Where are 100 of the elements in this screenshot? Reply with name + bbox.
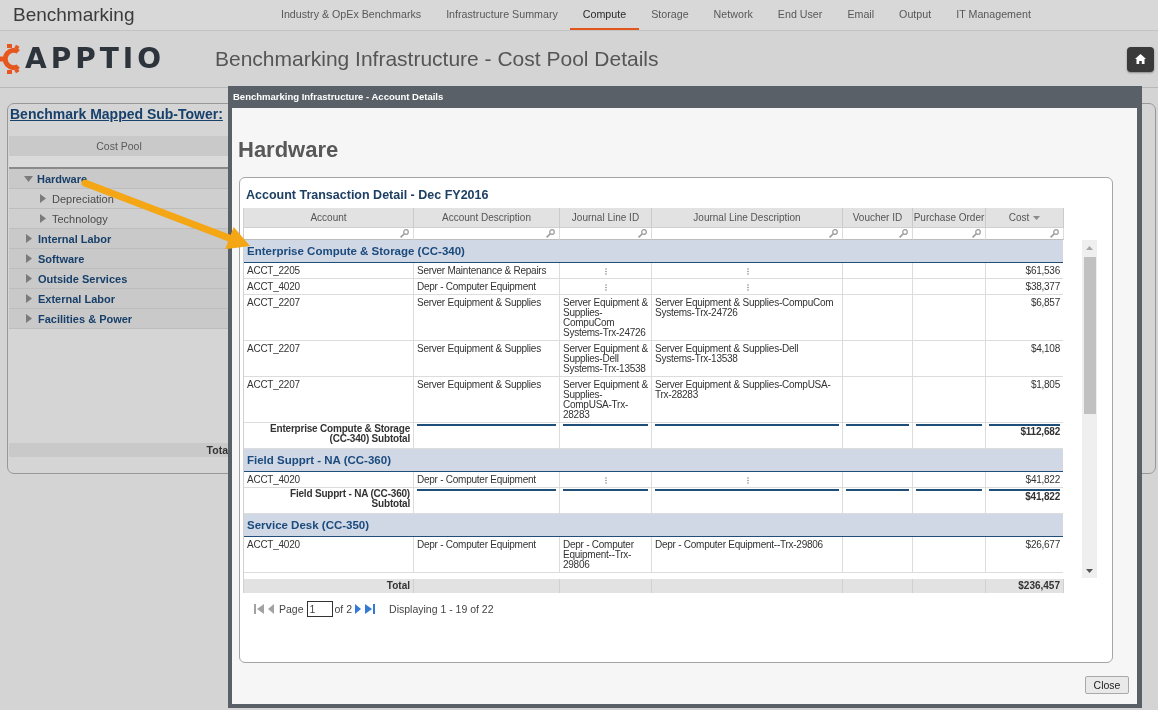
search-icon xyxy=(899,229,908,238)
caret-right-icon[interactable] xyxy=(26,294,32,303)
tree-item[interactable]: Software xyxy=(9,249,229,269)
table-cell: ACCT_2207 xyxy=(244,341,414,377)
table-cell: Total xyxy=(244,579,414,593)
tree-item[interactable]: External Labor xyxy=(9,289,229,309)
next-page-icon[interactable] xyxy=(355,603,362,614)
nav-tab[interactable]: Infrastructure Summary xyxy=(433,0,571,30)
caret-right-icon[interactable] xyxy=(26,254,32,263)
search-icon xyxy=(972,229,981,238)
table-cell: ACCT_4020 xyxy=(244,279,414,295)
scrollbar-thumb[interactable] xyxy=(1083,257,1096,414)
table-cell: Server Maintenance & Repairs xyxy=(414,263,560,279)
caret-right-icon[interactable] xyxy=(26,314,32,323)
scroll-down-icon[interactable] xyxy=(1086,569,1093,573)
column-header[interactable]: Journal Line ID xyxy=(560,208,652,228)
total-row: Tota xyxy=(9,443,229,457)
column-header[interactable]: Voucher ID xyxy=(843,208,913,228)
page-input[interactable]: 1 xyxy=(306,600,333,617)
table-cell: ACCT_4020 xyxy=(244,537,414,573)
table-cell: $4,108 xyxy=(986,341,1063,377)
table-cell: ACCT_2207 xyxy=(244,295,414,341)
grid-title: Account Transaction Detail - Dec FY2016 xyxy=(246,187,489,203)
tree-item[interactable]: Depreciation xyxy=(9,189,229,209)
nav-tab[interactable]: Output xyxy=(886,0,944,30)
panel-title-link[interactable]: Benchmark Mapped Sub-Tower: xyxy=(10,106,223,123)
scrollbar[interactable] xyxy=(1082,240,1097,578)
table-cell xyxy=(843,537,913,573)
search-icon xyxy=(400,229,409,238)
caret-right-icon[interactable] xyxy=(26,274,32,283)
search-icon xyxy=(638,229,647,238)
table-cell: Depr - Computer Equipment--Trx-29806 xyxy=(560,537,652,573)
tree-item[interactable]: Outside Services xyxy=(9,269,229,289)
column-header[interactable]: Account xyxy=(244,208,414,228)
tree-item[interactable]: Internal Labor xyxy=(9,229,229,249)
column-header[interactable]: Journal Line Description xyxy=(652,208,843,228)
table-cell: $38,377 xyxy=(986,279,1063,295)
column-header[interactable]: Cost xyxy=(986,208,1064,228)
caret-right-icon[interactable] xyxy=(40,194,46,203)
table-cell xyxy=(843,488,913,514)
table-cell: Server Equipment & Supplies-CompuCom Systems-Trx-24726 xyxy=(652,295,843,341)
nav-tab[interactable]: Email xyxy=(834,0,887,30)
tree-item[interactable]: Technology xyxy=(9,209,229,229)
gear-icon xyxy=(0,44,22,74)
page-title: Benchmarking Infrastructure - Cost Pool Details xyxy=(215,46,659,72)
column-header[interactable]: Account Description xyxy=(414,208,560,228)
vertical-dots-icon xyxy=(746,477,749,484)
table-cell: Server Equipment & Supplies-Dell Systems-Trx-13538 xyxy=(560,341,652,377)
table-cell: $61,536 xyxy=(986,263,1063,279)
scroll-up-icon[interactable] xyxy=(1086,246,1093,250)
table-cell: Depr - Computer Equipment xyxy=(414,279,560,295)
table-cell: $41,822 xyxy=(986,488,1063,514)
nav-tab[interactable]: Compute xyxy=(570,0,639,30)
home-icon xyxy=(1135,54,1146,64)
table-cell: ACCT_2207 xyxy=(244,377,414,423)
table-cell xyxy=(843,423,913,449)
group-header: Service Desk (CC-350) xyxy=(244,514,1063,537)
app-title: Benchmarking xyxy=(13,3,135,27)
search-icon xyxy=(1050,229,1059,238)
vertical-dots-icon xyxy=(746,284,749,291)
table-cell: $112,682 xyxy=(986,423,1063,449)
nav-tab[interactable]: Storage xyxy=(638,0,702,30)
caret-right-icon[interactable] xyxy=(40,214,46,223)
pager-status: Displaying 1 - 19 of 22 xyxy=(389,602,494,615)
table-cell: $236,457 xyxy=(986,579,1064,593)
search-icon xyxy=(546,229,555,238)
table-cell: $6,857 xyxy=(986,295,1063,341)
table-cell xyxy=(843,295,913,341)
table-cell: ACCT_2205 xyxy=(244,263,414,279)
column-header[interactable]: Cost Pool xyxy=(9,136,229,156)
nav-tab[interactable]: IT Management xyxy=(943,0,1044,30)
tree-item[interactable]: Hardware xyxy=(9,169,229,189)
table-cell: Depr - Computer Equipment xyxy=(414,537,560,573)
modal-heading: Hardware xyxy=(238,137,339,163)
table-cell: Depr - Computer Equipment--Trx-29806 xyxy=(652,537,843,573)
nav-tab[interactable]: Network xyxy=(701,0,766,30)
table-cell xyxy=(843,341,913,377)
caret-right-icon[interactable] xyxy=(26,234,32,243)
nav-tab[interactable]: Industry & OpEx Benchmarks xyxy=(268,0,434,30)
table-cell: Server Equipment & Supplies-CompuCom Systems-Trx-24726 xyxy=(560,295,652,341)
table-cell: $26,677 xyxy=(986,537,1063,573)
table-cell: Server Equipment & Supplies xyxy=(414,295,560,341)
nav-tab[interactable]: End User xyxy=(765,0,835,30)
home-button[interactable] xyxy=(1127,46,1154,72)
table-cell: Server Equipment & Supplies-Dell Systems-Trx-13538 xyxy=(652,341,843,377)
table-cell: ACCT_4020 xyxy=(244,472,414,488)
search-icon xyxy=(829,229,838,238)
filter-field[interactable] xyxy=(9,156,229,169)
last-page-icon[interactable] xyxy=(365,603,376,614)
column-header[interactable]: Purchase Order xyxy=(913,208,986,228)
page-count: of 2 xyxy=(334,602,353,615)
tree-item[interactable]: Facilities & Power xyxy=(9,309,229,329)
caret-down-icon[interactable] xyxy=(24,175,33,182)
group-header: Enterprise Compute & Storage (CC-340) xyxy=(244,240,1063,263)
table-cell: Server Equipment & Supplies xyxy=(414,341,560,377)
vertical-dots-icon xyxy=(746,268,749,275)
close-button[interactable]: Close xyxy=(1085,676,1129,694)
page-label: Page xyxy=(279,602,304,615)
modal-title: Benchmarking Infrastructure - Account Details xyxy=(232,90,445,104)
group-header: Field Supprt - NA (CC-360) xyxy=(244,449,1063,472)
